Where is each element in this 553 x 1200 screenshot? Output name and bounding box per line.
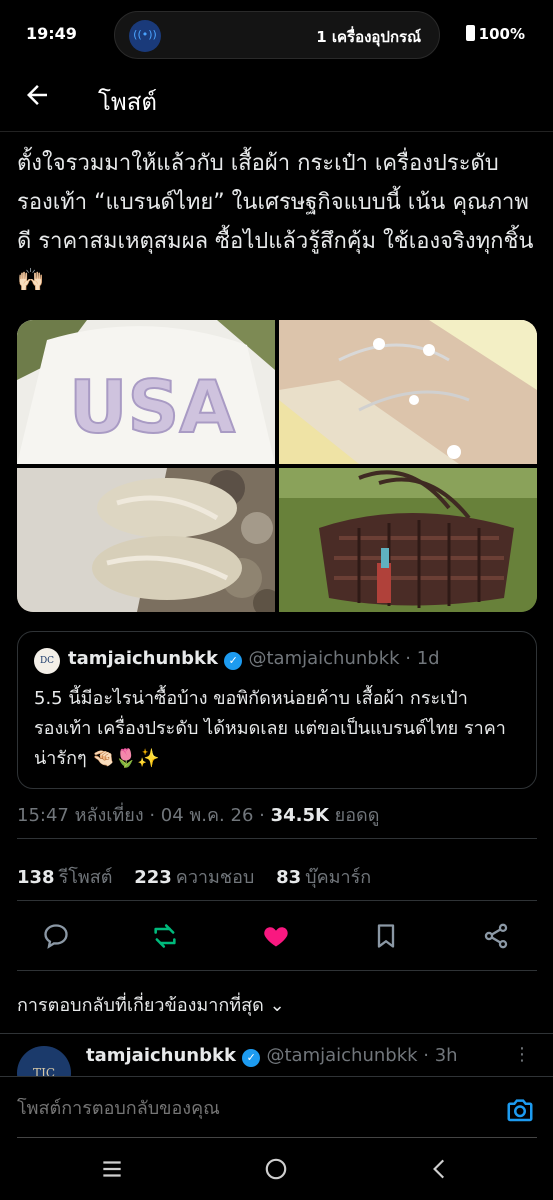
verified-badge-icon: ✓	[224, 652, 243, 670]
camera-icon[interactable]	[505, 1095, 535, 1125]
divider	[17, 1137, 537, 1138]
bookmarks-count: 83	[276, 867, 302, 888]
more-options-icon[interactable]: ⋮	[513, 1044, 531, 1065]
device-count: 1 เครื่องอุปกรณ์	[316, 28, 421, 46]
views-count: 34.5K	[270, 805, 329, 826]
reply-icon[interactable]	[38, 918, 74, 954]
connected-devices-pill[interactable]: ((•)) 1 เครื่องอุปกรณ์	[114, 11, 440, 59]
bookmarks-label: บุ๊คมาร์ก	[305, 867, 372, 888]
usa-lettering: USA	[69, 365, 235, 449]
image-mesh-shoes[interactable]	[17, 468, 275, 612]
clock: 19:49	[26, 24, 77, 43]
reply-composer	[0, 1076, 553, 1144]
post-timestamp: 15:47 หลังเที่ยง · 04 พ.ค. 26 · 34.5K ยอ…	[17, 800, 379, 829]
post-actions	[0, 918, 553, 954]
likes-count: 223	[134, 867, 172, 888]
reply-author-handle: @tamjaichunbkk · 3h	[266, 1045, 458, 1066]
reply-author-name: tamjaichunbkk	[86, 1045, 236, 1066]
avatar[interactable]: DC	[34, 648, 60, 674]
post-body: ตั้งใจรวมมาให้แล้วกับ เสื้อผ้า กระเป๋า เ…	[17, 151, 534, 293]
bookmarks-stat[interactable]: 83 บุ๊คมาร์ก	[276, 867, 371, 888]
divider	[17, 838, 537, 839]
broadcast-icon: ((•))	[129, 20, 161, 52]
quoted-author: tamjaichunbkk ✓ @tamjaichunbkk · 1d	[68, 648, 440, 670]
home-icon[interactable]	[260, 1156, 292, 1188]
quoted-author-name: tamjaichunbkk	[68, 648, 218, 669]
reposts-count: 138	[17, 867, 55, 888]
repost-icon[interactable]	[147, 918, 183, 954]
reply-input[interactable]	[17, 1098, 487, 1119]
reposts-stat[interactable]: 138 รีโพสต์	[17, 867, 112, 888]
back-arrow-icon[interactable]	[22, 80, 56, 114]
likes-label: ความชอบ	[175, 867, 255, 888]
divider	[0, 131, 553, 132]
image-white-tshirt[interactable]: USA	[17, 320, 275, 464]
battery-indicator: 100%	[465, 25, 525, 43]
bookmark-icon[interactable]	[368, 918, 404, 954]
post-time: 15:47 หลังเที่ยง · 04 พ.ค. 26 ·	[17, 805, 271, 826]
reply-author: tamjaichunbkk ✓ @tamjaichunbkk · 3h	[86, 1045, 458, 1067]
image-woven-bag[interactable]	[279, 468, 537, 612]
battery-icon	[465, 25, 475, 41]
views-label: ยอดดู	[328, 805, 380, 826]
share-icon[interactable]	[478, 918, 514, 954]
engagement-stats: 138 รีโพสต์ 223 ความชอบ 83 บุ๊คมาร์ก	[17, 862, 387, 891]
quoted-post[interactable]: DC tamjaichunbkk ✓ @tamjaichunbkk · 1d 5…	[17, 631, 537, 789]
recent-apps-icon[interactable]	[96, 1156, 128, 1188]
replies-sort-dropdown[interactable]: การตอบกลับที่เกี่ยวข้องมากที่สุด ⌄	[17, 990, 285, 1019]
app-header: โพสต์	[0, 72, 553, 128]
page-title: โพสต์	[98, 88, 157, 116]
avatar[interactable]: TJC	[17, 1046, 71, 1076]
battery-level: 100%	[478, 25, 525, 43]
quoted-post-body: 5.5 นี้มีอะไรน่าซื้อบ้าง ขอพิกัดหน่อยค้า…	[34, 688, 506, 769]
back-nav-icon[interactable]	[424, 1156, 456, 1188]
likes-stat[interactable]: 223 ความชอบ	[134, 867, 254, 888]
system-nav-bar	[0, 1144, 553, 1200]
quoted-author-handle: @tamjaichunbkk · 1d	[248, 648, 440, 669]
divider	[17, 970, 537, 971]
reply-item[interactable]: TJC tamjaichunbkk ✓ @tamjaichunbkk · 3h …	[0, 1034, 553, 1076]
image-bracelets[interactable]	[279, 320, 537, 464]
verified-badge-icon: ✓	[242, 1049, 261, 1067]
post-media-grid: USA	[17, 320, 537, 612]
divider	[17, 900, 537, 901]
status-bar: 19:49 ((•)) 1 เครื่องอุปกรณ์ 100%	[0, 0, 553, 70]
heart-icon[interactable]	[258, 918, 294, 954]
reposts-label: รีโพสต์	[58, 867, 113, 888]
